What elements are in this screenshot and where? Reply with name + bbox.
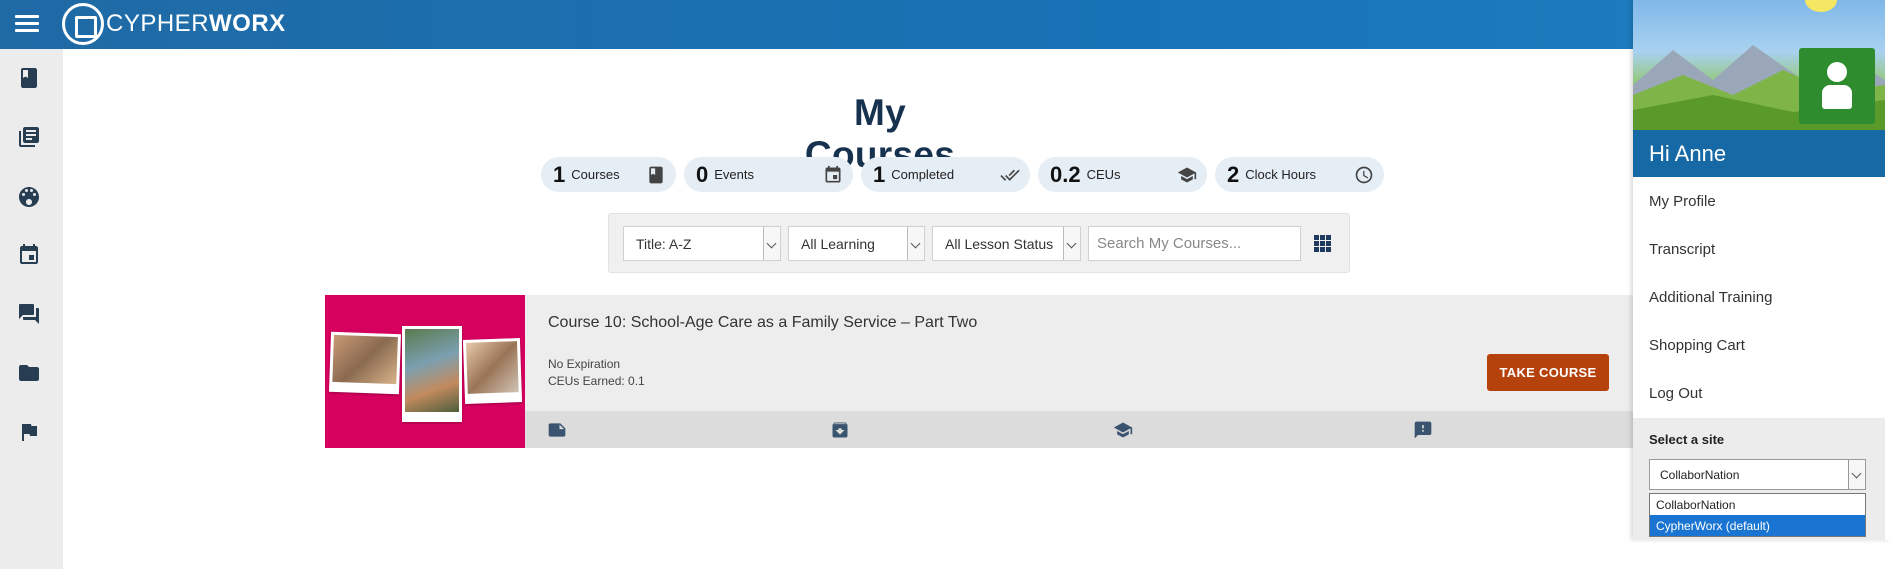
course-photo	[402, 326, 462, 422]
graduation-cap-icon	[1177, 165, 1197, 185]
course-filter-bar: Title: A-Z All Learning All Lesson Statu…	[608, 213, 1350, 273]
feedback-icon[interactable]	[1413, 420, 1433, 440]
menu-item-shopping-cart[interactable]: Shopping Cart	[1649, 337, 1745, 354]
stat-value: 1	[553, 161, 566, 187]
course-ceus-earned: CEUs Earned: 0.1	[548, 374, 645, 388]
site-select[interactable]: CollaborNation	[1649, 459, 1866, 490]
take-course-button[interactable]: TAKE COURSE	[1487, 354, 1609, 391]
calendar-icon[interactable]	[17, 243, 41, 267]
left-nav-rail	[0, 49, 63, 569]
stat-events[interactable]: 0 Events	[684, 157, 853, 192]
stat-label: Completed	[891, 167, 955, 182]
grid-view-icon[interactable]	[1314, 235, 1331, 252]
stat-label: Events	[714, 167, 754, 182]
sort-select-value: Title: A-Z	[636, 236, 692, 252]
menu-item-log-out[interactable]: Log Out	[1649, 385, 1702, 402]
stat-ceus[interactable]: 0.2 CEUs	[1038, 157, 1207, 192]
site-option-cypherworx[interactable]: CypherWorx (default)	[1650, 515, 1865, 536]
logo-text-bold: WORX	[209, 10, 286, 37]
menu-item-transcript[interactable]: Transcript	[1649, 241, 1715, 258]
stat-label: CEUs	[1086, 167, 1121, 182]
forum-icon[interactable]	[17, 302, 41, 326]
double-check-icon	[1000, 165, 1020, 185]
course-photo	[328, 331, 402, 395]
chevron-down-icon	[907, 227, 924, 260]
lesson-status-select-value: All Lesson Status	[945, 236, 1054, 252]
top-bar: CYPHERWORX	[0, 0, 1891, 49]
site-options-list: CollaborNation CypherWorx (default)	[1649, 493, 1866, 537]
note-icon[interactable]	[547, 420, 567, 440]
site-select-value: CollaborNation	[1660, 468, 1740, 482]
profile-panel: Hi Anne My Profile Transcript Additional…	[1633, 0, 1891, 540]
book-icon	[646, 165, 666, 185]
sun-decoration	[1805, 0, 1837, 12]
course-card-footer	[525, 411, 1635, 448]
course-title[interactable]: Course 10: School-Age Care as a Family S…	[548, 314, 977, 332]
stat-value: 0	[696, 161, 709, 187]
archive-download-icon[interactable]	[830, 420, 850, 440]
menu-item-my-profile[interactable]: My Profile	[1649, 193, 1716, 210]
lesson-status-select[interactable]: All Lesson Status	[932, 226, 1081, 261]
stat-courses[interactable]: 1 Courses	[541, 157, 676, 192]
stat-label: Courses	[571, 167, 620, 182]
stat-value: 0.2	[1050, 161, 1081, 187]
stat-completed[interactable]: 1 Completed	[861, 157, 1030, 192]
cypherworx-logo[interactable]: CYPHERWORX	[62, 2, 286, 46]
learning-type-select-value: All Learning	[801, 236, 875, 252]
stat-value: 2	[1227, 161, 1240, 187]
greeting: Hi Anne	[1633, 130, 1885, 177]
course-card: Course 10: School-Age Care as a Family S…	[325, 295, 1635, 448]
profile-banner	[1633, 0, 1885, 130]
flag-icon[interactable]	[17, 420, 41, 444]
graduation-cap-icon[interactable]	[1113, 420, 1133, 440]
course-photo	[462, 338, 523, 404]
stat-label: Clock Hours	[1245, 167, 1317, 182]
clock-icon	[1354, 165, 1374, 185]
learning-type-select[interactable]: All Learning	[788, 226, 925, 261]
chevron-down-icon	[1848, 460, 1865, 489]
logo-mark-icon	[62, 3, 104, 45]
stat-clock-hours[interactable]: 2 Clock Hours	[1215, 157, 1384, 192]
book-icon[interactable]	[17, 66, 41, 90]
folder-icon[interactable]	[17, 361, 41, 385]
site-option-collabornation[interactable]: CollaborNation	[1650, 494, 1865, 515]
site-selector-area: Select a site CollaborNation CollaborNat…	[1633, 418, 1885, 540]
logo-text-light: CYPHER	[106, 10, 210, 37]
calendar-icon	[823, 165, 843, 185]
stat-value: 1	[873, 161, 886, 187]
site-select-label: Select a site	[1649, 432, 1725, 447]
course-search-input[interactable]	[1088, 226, 1301, 261]
course-expiration: No Expiration	[548, 357, 621, 371]
library-books-icon[interactable]	[17, 125, 41, 149]
stats-bar: 1 Courses 0 Events 1 Completed 0.2 CEUs …	[541, 157, 1384, 192]
chevron-down-icon	[1063, 227, 1080, 260]
explore-icon[interactable]	[17, 185, 41, 209]
course-thumbnail[interactable]	[325, 295, 525, 448]
hamburger-menu-icon[interactable]	[15, 12, 39, 36]
avatar[interactable]	[1799, 48, 1875, 124]
chevron-down-icon	[763, 227, 780, 260]
menu-item-additional-training[interactable]: Additional Training	[1649, 289, 1772, 306]
sort-select[interactable]: Title: A-Z	[623, 226, 781, 261]
